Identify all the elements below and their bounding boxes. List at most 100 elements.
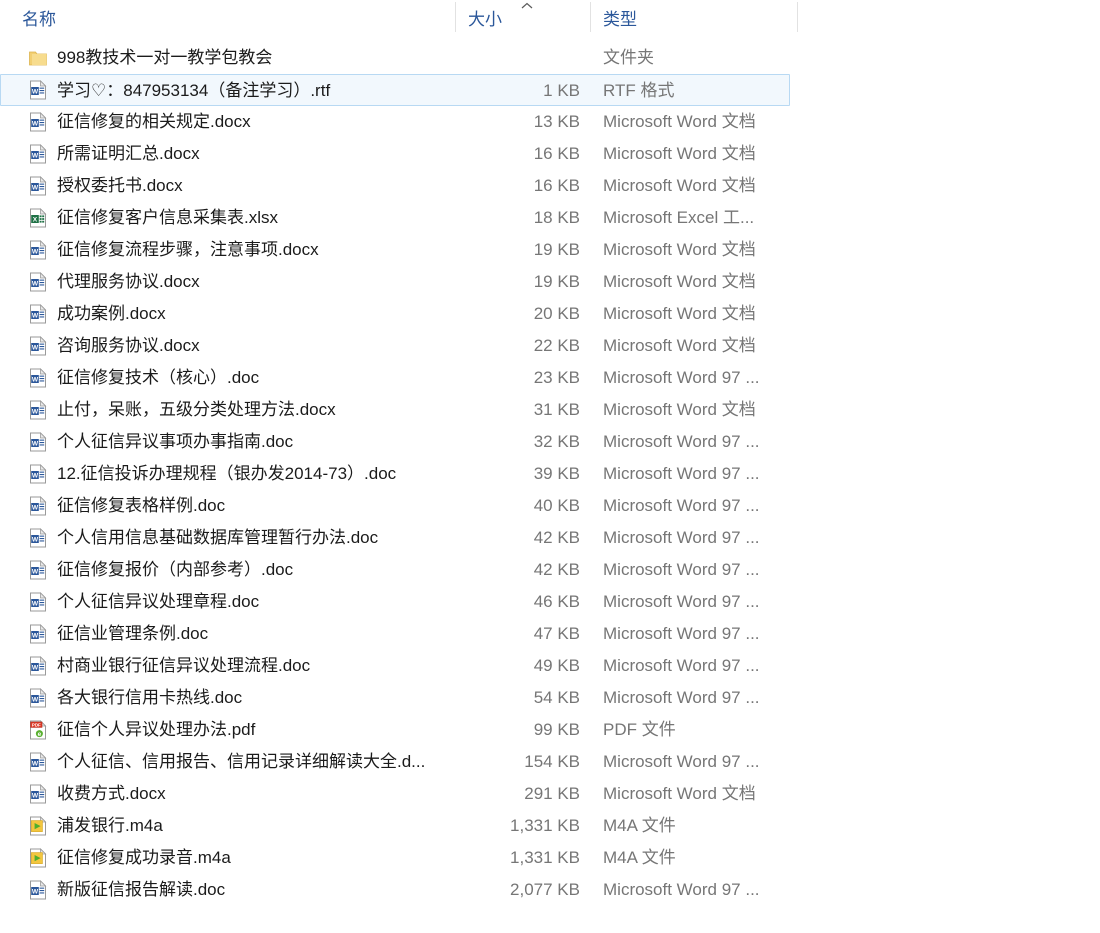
file-type: PDF 文件	[603, 720, 676, 739]
file-type: Microsoft Word 97 ...	[603, 560, 760, 579]
file-row[interactable]: W 新版征信报告解读.doc 2,077 KB Microsoft Word 97 .…	[0, 874, 1100, 906]
column-header-size[interactable]: 大小	[468, 0, 502, 34]
file-type: Microsoft Word 97 ...	[603, 592, 760, 611]
file-row[interactable]: W 个人信用信息基础数据库管理暂行办法.doc 42 KB Microsoft Wor…	[0, 522, 1100, 554]
file-size: 42 KB	[533, 528, 580, 547]
file-name: 征信个人异议处理办法.pdf	[57, 720, 256, 739]
file-row[interactable]: W 收费方式.docx 291 KB Microsoft Word 文档	[0, 778, 1100, 810]
media-audio-icon	[28, 816, 48, 836]
file-type: Microsoft Word 文档	[603, 240, 756, 259]
file-type: Microsoft Word 97 ...	[603, 368, 760, 387]
file-row[interactable]: W 个人征信异议处理章程.doc 46 KB Microsoft Word 97 ..…	[0, 586, 1100, 618]
word-doc-icon: W	[28, 432, 48, 452]
file-size: 154 KB	[524, 752, 580, 771]
file-size: 20 KB	[533, 304, 580, 323]
file-row[interactable]: W 征信修复报价（内部参考）.doc 42 KB Microsoft Word 97 …	[0, 554, 1100, 586]
file-list: 998教技术一对一教学包教会 文件夹 W 学习♡：847953134（备注学习）.rt…	[0, 42, 1100, 906]
file-row[interactable]: W 所需证明汇总.docx 16 KB Microsoft Word 文档	[0, 138, 1100, 170]
file-type: Microsoft Word 97 ...	[603, 752, 760, 771]
column-divider-type-end[interactable]	[797, 2, 798, 32]
file-type: Microsoft Word 文档	[603, 400, 756, 419]
file-size: 1 KB	[543, 81, 580, 100]
file-row[interactable]: 浦发银行.m4a 1,331 KB M4A 文件	[0, 810, 1100, 842]
file-size: 13 KB	[533, 112, 580, 131]
file-row[interactable]: W 征信修复技术（核心）.doc 23 KB Microsoft Word 97 ..…	[0, 362, 1100, 394]
file-row[interactable]: W 代理服务协议.docx 19 KB Microsoft Word 文档	[0, 266, 1100, 298]
file-name: 征信业管理条例.doc	[57, 624, 209, 643]
file-size: 23 KB	[533, 368, 580, 387]
svg-text:W: W	[32, 280, 39, 287]
svg-text:W: W	[32, 408, 39, 415]
svg-text:W: W	[32, 184, 39, 191]
file-size: 39 KB	[533, 464, 580, 483]
file-size	[440, 42, 580, 74]
word-docx-icon: W	[28, 272, 48, 292]
file-type: Microsoft Word 97 ...	[603, 656, 760, 675]
file-row[interactable]: X 征信修复客户信息采集表.xlsx 18 KB Microsoft Excel 工.…	[0, 202, 1100, 234]
file-name: 个人信用信息基础数据库管理暂行办法.doc	[57, 528, 379, 547]
file-size: 32 KB	[533, 432, 580, 451]
file-type: Microsoft Excel 工...	[603, 208, 755, 227]
column-divider-name-size[interactable]	[455, 2, 456, 32]
file-size: 99 KB	[533, 720, 580, 739]
file-row[interactable]: 征信修复成功录音.m4a 1,331 KB M4A 文件	[0, 842, 1100, 874]
file-name: 个人征信、信用报告、信用记录详细解读大全.d...	[57, 752, 426, 771]
svg-text:W: W	[32, 376, 39, 383]
file-type: Microsoft Word 文档	[603, 784, 756, 803]
column-header-name-label: 名称	[22, 9, 56, 29]
svg-text:W: W	[32, 344, 39, 351]
file-size: 16 KB	[533, 176, 580, 195]
file-name: 成功案例.docx	[57, 304, 166, 323]
svg-text:W: W	[32, 696, 39, 703]
file-row-selected[interactable]: W 学习♡：847953134（备注学习）.rtf 1 KB RTF 格式	[0, 74, 790, 106]
file-type: M4A 文件	[603, 848, 676, 867]
svg-text:W: W	[32, 440, 39, 447]
svg-text:W: W	[32, 600, 39, 607]
file-row[interactable]: W 征信修复流程步骤，注意事项.docx 19 KB Microsoft Word 文…	[0, 234, 1100, 266]
file-size: 40 KB	[533, 496, 580, 515]
column-header-type[interactable]: 类型	[603, 0, 637, 34]
file-name: 征信修复技术（核心）.doc	[57, 368, 260, 387]
file-type: Microsoft Word 文档	[603, 272, 756, 291]
folder-icon	[28, 48, 48, 68]
file-name: 村商业银行征信异议处理流程.doc	[57, 656, 311, 675]
file-row[interactable]: W 个人征信异议事项办事指南.doc 32 KB Microsoft Word 97 …	[0, 426, 1100, 458]
word-doc-icon: W	[28, 80, 48, 100]
file-row[interactable]: W 咨询服务协议.docx 22 KB Microsoft Word 文档	[0, 330, 1100, 362]
file-size: 1,331 KB	[510, 848, 580, 867]
column-header-name[interactable]: 名称	[22, 0, 56, 34]
file-row[interactable]: W 村商业银行征信异议处理流程.doc 49 KB Microsoft Word 97…	[0, 650, 1100, 682]
file-type: 文件夹	[603, 48, 654, 67]
svg-text:W: W	[32, 536, 39, 543]
file-row[interactable]: W 征信修复的相关规定.docx 13 KB Microsoft Word 文档	[0, 106, 1100, 138]
file-row[interactable]: W 授权委托书.docx 16 KB Microsoft Word 文档	[0, 170, 1100, 202]
file-name: 收费方式.docx	[57, 784, 166, 803]
word-docx-icon: W	[28, 304, 48, 324]
file-type: Microsoft Word 97 ...	[603, 880, 760, 899]
media-audio-icon	[28, 848, 48, 868]
file-row[interactable]: 998教技术一对一教学包教会 文件夹	[0, 42, 1100, 74]
file-name: 征信修复表格样例.doc	[57, 496, 226, 515]
file-name: 各大银行信用卡热线.doc	[57, 688, 243, 707]
svg-text:W: W	[32, 248, 39, 255]
word-docx-icon: W	[28, 784, 48, 804]
file-type: Microsoft Word 97 ...	[603, 464, 760, 483]
svg-text:W: W	[32, 88, 39, 95]
svg-text:W: W	[32, 120, 39, 127]
file-name: 新版征信报告解读.doc	[57, 880, 226, 899]
file-row[interactable]: PDF e 征信个人异议处理办法.pdf 99 KB PDF 文件	[0, 714, 1100, 746]
column-divider-size-type[interactable]	[590, 2, 591, 32]
file-row[interactable]: W 征信业管理条例.doc 47 KB Microsoft Word 97 ...	[0, 618, 1100, 650]
file-name: 征信修复报价（内部参考）.doc	[57, 560, 294, 579]
file-row[interactable]: W 12.征信投诉办理规程（银办发2014-73）.doc 39 KB Microso…	[0, 458, 1100, 490]
file-row[interactable]: W 成功案例.docx 20 KB Microsoft Word 文档	[0, 298, 1100, 330]
file-row[interactable]: W 征信修复表格样例.doc 40 KB Microsoft Word 97 ...	[0, 490, 1100, 522]
file-size: 19 KB	[533, 240, 580, 259]
word-doc-icon: W	[28, 368, 48, 388]
file-size: 2,077 KB	[510, 880, 580, 899]
file-type: Microsoft Word 文档	[603, 112, 756, 131]
file-row[interactable]: W 各大银行信用卡热线.doc 54 KB Microsoft Word 97 ...	[0, 682, 1100, 714]
word-docx-icon: W	[28, 336, 48, 356]
file-row[interactable]: W 止付，呆账，五级分类处理方法.docx 31 KB Microsoft Word …	[0, 394, 1100, 426]
file-row[interactable]: W 个人征信、信用报告、信用记录详细解读大全.d... 154 KB Microsof…	[0, 746, 1100, 778]
